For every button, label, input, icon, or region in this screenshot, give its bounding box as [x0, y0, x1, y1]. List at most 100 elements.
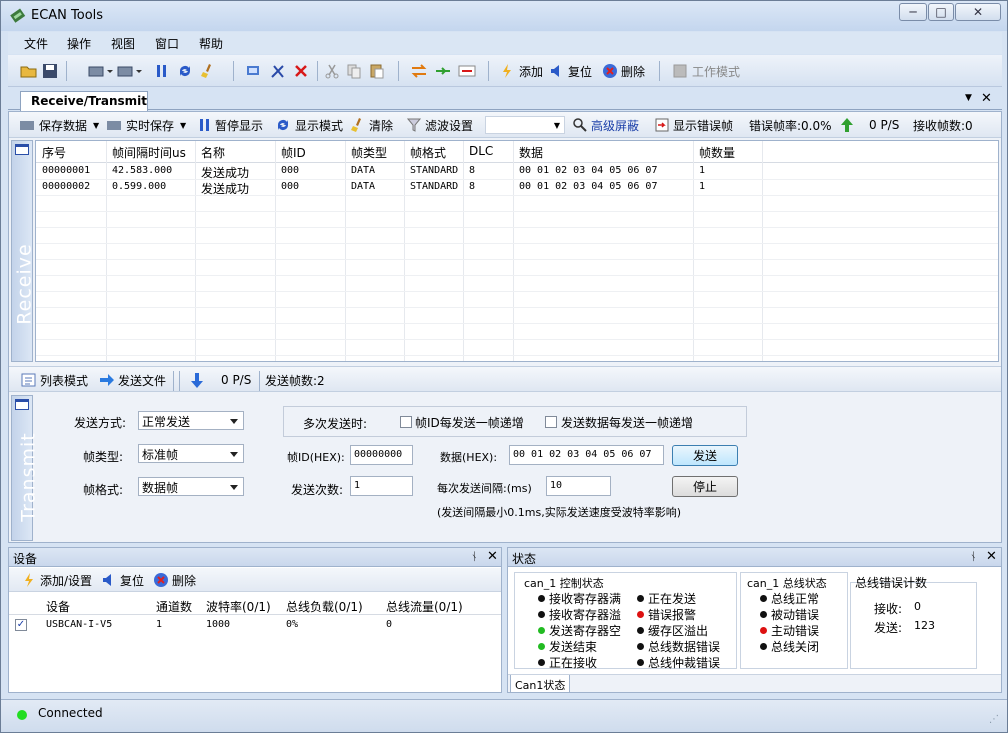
device-open-icon[interactable]	[88, 61, 114, 81]
advanced-mask-button[interactable]: 高级屏蔽	[572, 116, 639, 134]
filter-settings-button[interactable]: 滤波设置	[407, 116, 473, 134]
screen-tool-icon[interactable]	[246, 61, 262, 81]
device-checkbox[interactable]: ✓	[15, 619, 27, 631]
col-seq[interactable]: 序号	[42, 144, 66, 161]
clear-button[interactable]: 清除	[351, 116, 393, 134]
col-frame-type[interactable]: 帧类型	[351, 144, 387, 161]
broom-icon[interactable]	[200, 61, 216, 81]
save-data-button[interactable]: 保存数据 ▼	[19, 116, 99, 134]
red-x-icon[interactable]	[293, 61, 309, 81]
copy-icon[interactable]	[346, 61, 362, 81]
send-interval-input[interactable]: 10	[546, 476, 611, 496]
maximize-button[interactable]: □	[928, 3, 954, 21]
id-increment-checkbox[interactable]	[400, 416, 412, 428]
frame-format-label: 帧格式:	[83, 483, 124, 497]
save-disk-icon[interactable]	[42, 61, 58, 81]
transmit-side-tab[interactable]: Transmit	[11, 395, 40, 541]
pause-display-button[interactable]: 暂停显示	[199, 116, 263, 134]
tab-receive-transmit[interactable]: Receive/Transmit	[20, 91, 148, 111]
device-delete-button[interactable]: 删除	[153, 571, 196, 589]
device-reset-button[interactable]: 复位	[101, 571, 144, 589]
receive-side-tab[interactable]: Receive	[11, 140, 36, 362]
receive-count-text: 接收帧数:0	[913, 118, 973, 133]
app-icon	[10, 8, 26, 23]
speaker-icon	[551, 65, 559, 77]
minus-box-icon[interactable]	[458, 61, 476, 81]
col-data[interactable]: 数据	[519, 144, 543, 161]
multi-send-group: 多次发送时: 帧ID每发送一帧递增 发送数据每发送一帧递增	[283, 406, 747, 437]
stop-button[interactable]: 停止	[672, 476, 738, 497]
col-interval[interactable]: 帧间隔时间us	[112, 144, 186, 161]
paste-icon[interactable]	[369, 61, 385, 81]
menu-help[interactable]: 帮助	[199, 35, 223, 52]
send-count-input[interactable]: 1	[350, 476, 413, 496]
device-panel-header: 设备 ᚾ ✕	[9, 548, 501, 567]
document-tabs: Receive/Transmit ▼ ✕	[8, 88, 1002, 111]
menu-file[interactable]: 文件	[24, 35, 48, 52]
close-icon[interactable]: ✕	[487, 549, 498, 564]
frame-format-select[interactable]: 数据帧	[138, 477, 244, 496]
pin-icon[interactable]: ᚾ	[471, 550, 478, 563]
show-error-frame-button[interactable]: 显示错误帧	[654, 116, 733, 134]
data-increment-checkbox[interactable]	[545, 416, 557, 428]
menu-operate[interactable]: 操作	[67, 35, 91, 52]
mask-icon	[573, 118, 587, 132]
frame-type-label: 帧类型:	[83, 450, 124, 464]
control-status-label: 总线数据错误	[648, 640, 721, 654]
table-row[interactable]: ✓ USBCAN-I-V5 1 1000 0% 0	[9, 616, 501, 634]
pause-icon[interactable]	[155, 61, 169, 81]
delete-tool-button[interactable]: 删除	[602, 61, 645, 81]
chevron-down-icon: ▼	[553, 120, 560, 130]
work-mode-button[interactable]: 工作模式	[672, 61, 740, 81]
green-arrow-up-icon	[840, 116, 854, 134]
resize-grip-icon[interactable]: ⋰	[989, 714, 999, 725]
cut-icon[interactable]	[324, 61, 340, 81]
main-toolbar: 添加 复位 删除 工作模式	[8, 55, 1002, 87]
menu-window[interactable]: 窗口	[155, 35, 179, 52]
tab-close-icon[interactable]: ✕	[981, 91, 992, 106]
control-status-label: 正在发送	[648, 592, 697, 606]
send-file-button[interactable]: 发送文件	[99, 371, 166, 389]
col-frame-id[interactable]: 帧ID	[281, 144, 306, 161]
frame-type-select[interactable]: 标准帧	[138, 444, 244, 463]
data-hex-input[interactable]: 00 01 02 03 04 05 06 07	[509, 445, 664, 465]
swap-icon[interactable]	[410, 61, 428, 81]
display-mode-button[interactable]: 显示模式	[275, 116, 343, 134]
frame-id-input[interactable]: 00000000	[350, 445, 413, 465]
table-row[interactable]: 00000002 0.599.000 发送成功 000 DATA STANDAR…	[36, 180, 998, 196]
col-frame-count[interactable]: 帧数量	[699, 144, 735, 161]
pin-icon[interactable]: ᚾ	[970, 550, 977, 563]
open-folder-icon[interactable]	[20, 61, 38, 81]
link-icon[interactable]	[434, 61, 452, 81]
col-frame-format[interactable]: 帧格式	[410, 144, 446, 161]
device-close-icon[interactable]	[117, 61, 143, 81]
filter-icon	[407, 118, 421, 132]
frame-grid[interactable]: 序号 帧间隔时间us 名称 帧ID 帧类型 帧格式 DLC 数据 帧数量 000…	[35, 140, 999, 362]
refresh-icon[interactable]	[177, 61, 193, 81]
tab-dropdown-icon[interactable]: ▼	[965, 93, 972, 103]
filter-dropdown[interactable]: ▼	[485, 116, 565, 134]
tools-icon[interactable]	[270, 61, 286, 81]
add-settings-button[interactable]: 添加/设置	[23, 571, 92, 589]
data-increment-label: 发送数据每发送一帧递增	[561, 416, 694, 430]
list-mode-button[interactable]: 列表模式	[21, 371, 88, 389]
close-icon[interactable]: ✕	[986, 549, 997, 564]
send-error-value: 123	[914, 619, 935, 632]
col-name[interactable]: 名称	[201, 144, 225, 161]
reset-tool-button[interactable]: 复位	[549, 61, 592, 81]
tab-can1-status[interactable]: Can1状态	[510, 675, 570, 693]
send-count-label: 发送次数:	[291, 483, 344, 497]
transmit-window-icon	[15, 399, 29, 410]
status-panel-title: 状态	[512, 552, 537, 566]
realtime-save-button[interactable]: 实时保存 ▼	[106, 116, 186, 134]
add-tool-button[interactable]: 添加	[501, 61, 543, 81]
send-mode-select[interactable]: 正常发送	[138, 411, 244, 430]
col-dlc[interactable]: DLC	[469, 144, 493, 158]
close-button[interactable]: ✕	[955, 3, 1001, 21]
control-status-label: 发送寄存器空	[549, 624, 622, 638]
control-status-label: 错误报警	[648, 608, 697, 622]
table-row[interactable]: 00000001 42.583.000 发送成功 000 DATA STANDA…	[36, 164, 998, 180]
send-button[interactable]: 发送	[672, 445, 738, 466]
minimize-button[interactable]: ─	[899, 3, 927, 21]
menu-view[interactable]: 视图	[111, 35, 135, 52]
